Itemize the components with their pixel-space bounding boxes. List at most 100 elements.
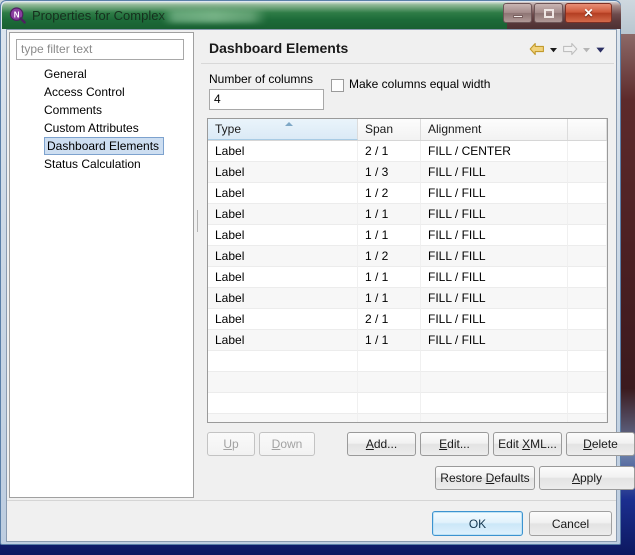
dialog-content: type filter text General Access Control …	[7, 30, 635, 541]
table-cell-empty	[421, 351, 568, 372]
number-of-columns-input[interactable]: 4	[209, 89, 324, 110]
table-row-empty[interactable]	[208, 414, 607, 422]
sidebar-item-dashboard-elements[interactable]: Dashboard Elements	[44, 137, 165, 155]
column-header-extra[interactable]	[568, 119, 607, 140]
make-columns-equal-width-checkbox[interactable]	[331, 79, 344, 92]
table-row-empty[interactable]	[208, 351, 607, 372]
table-cell: FILL / FILL	[421, 309, 568, 330]
sidebar-item-access-control[interactable]: Access Control	[10, 83, 193, 101]
sidebar-item-general[interactable]: General	[10, 65, 193, 83]
sidebar-item-status-calculation[interactable]: Status Calculation	[10, 155, 193, 173]
table-cell-empty	[208, 414, 358, 422]
table-cell	[568, 309, 607, 330]
close-icon: ✕	[583, 6, 594, 20]
table-cell-empty	[568, 393, 607, 414]
back-arrow-icon[interactable]	[529, 42, 545, 56]
navigation-history-group	[529, 40, 606, 58]
table-cell-empty	[421, 372, 568, 393]
table-cell: Label	[208, 267, 358, 288]
table-cell	[568, 246, 607, 267]
pane-splitter[interactable]	[195, 32, 200, 498]
sidebar-item-custom-attributes[interactable]: Custom Attributes	[10, 119, 193, 137]
table-row[interactable]: Label 1 / 1 FILL / FILL	[208, 330, 607, 351]
move-up-button[interactable]: Up	[207, 432, 255, 456]
table-cell	[568, 225, 607, 246]
apply-button[interactable]: Apply	[539, 466, 635, 490]
table-cell: 1 / 1	[358, 267, 421, 288]
table-cell: Label	[208, 162, 358, 183]
page-title-divider	[201, 63, 614, 64]
dashboard-elements-table: Type Span Alignment Label 2 / 1 FILL / CEN…	[207, 118, 608, 423]
table-row[interactable]: Label 2 / 1 FILL / CENTER	[208, 141, 607, 162]
table-cell-empty	[208, 372, 358, 393]
sidebar-item-comments[interactable]: Comments	[10, 101, 193, 119]
column-header-type[interactable]: Type	[208, 119, 358, 140]
table-cell-empty	[568, 414, 607, 422]
table-header-row: Type Span Alignment	[208, 119, 607, 141]
table-row-empty[interactable]	[208, 393, 607, 414]
ok-button[interactable]: OK	[432, 511, 523, 536]
table-row-empty[interactable]	[208, 372, 607, 393]
move-down-button[interactable]: Down	[259, 432, 315, 456]
page-title: Dashboard Elements	[209, 40, 349, 56]
table-cell-empty	[358, 351, 421, 372]
table-row[interactable]: Label 1 / 1 FILL / FILL	[208, 288, 607, 309]
table-cell: 2 / 1	[358, 141, 421, 162]
forward-history-chevron-down-icon	[583, 47, 590, 52]
table-cell: FILL / FILL	[421, 330, 568, 351]
add-button[interactable]: Add...	[347, 432, 416, 456]
edit-xml-button[interactable]: Edit X ML...	[493, 432, 562, 456]
table-row[interactable]: Label 1 / 2 FILL / FILL	[208, 246, 607, 267]
pane-splitter-grip	[197, 210, 198, 232]
table-cell: 1 / 1	[358, 330, 421, 351]
maximize-button[interactable]	[534, 3, 563, 23]
move-up-label-mnemonic: U	[223, 437, 232, 451]
minimize-button[interactable]	[503, 3, 532, 23]
more-options-chevron-down-icon[interactable]	[595, 44, 606, 55]
filter-input[interactable]: type filter text	[16, 39, 184, 60]
table-cell-empty	[568, 372, 607, 393]
column-header-alignment[interactable]: Alignment	[421, 119, 568, 140]
move-down-label: own	[280, 437, 303, 451]
table-cell	[568, 288, 607, 309]
dialog-footer-divider	[7, 500, 616, 501]
table-cell: 1 / 2	[358, 246, 421, 267]
table-cell	[568, 141, 607, 162]
table-cell-empty	[358, 393, 421, 414]
table-cell: Label	[208, 246, 358, 267]
table-row[interactable]: Label 1 / 1 FILL / FILL	[208, 225, 607, 246]
magnifier-n-icon: N	[9, 7, 26, 24]
table-cell: Label	[208, 309, 358, 330]
table-cell: Label	[208, 330, 358, 351]
delete-button[interactable]: Delete	[566, 432, 635, 456]
table-row[interactable]: Label 2 / 1 FILL / FILL	[208, 309, 607, 330]
table-cell	[568, 162, 607, 183]
dashboard-elements-page: Dashboard Elements Number of columns 4 M…	[201, 32, 635, 498]
table-row[interactable]: Label 1 / 1 FILL / FILL	[208, 204, 607, 225]
restore-defaults-button[interactable]: Restore Defaults	[435, 466, 535, 490]
table-cell	[568, 330, 607, 351]
sort-ascending-icon	[285, 122, 294, 126]
maximize-icon	[535, 4, 562, 22]
edit-button[interactable]: Edit...	[420, 432, 489, 456]
table-cell: Label	[208, 204, 358, 225]
table-cell: FILL / FILL	[421, 162, 568, 183]
move-down-label-mnemonic: D	[271, 437, 281, 451]
table-row[interactable]: Label 1 / 1 FILL / FILL	[208, 267, 607, 288]
cancel-button[interactable]: Cancel	[529, 511, 612, 536]
settings-tree-pane: type filter text General Access Control …	[9, 32, 194, 498]
column-header-span[interactable]: Span	[358, 119, 421, 140]
table-cell	[568, 183, 607, 204]
window-title: Properties for Complex	[32, 8, 165, 23]
table-row[interactable]: Label 1 / 3 FILL / FILL	[208, 162, 607, 183]
table-cell: Label	[208, 183, 358, 204]
properties-dialog-window: N Properties for Complex ✕ type filter t…	[0, 0, 635, 545]
settings-tree: General Access Control Comments Custom A…	[10, 65, 193, 173]
table-cell-empty	[208, 351, 358, 372]
back-history-chevron-down-icon[interactable]	[548, 44, 559, 55]
close-button[interactable]: ✕	[565, 3, 612, 23]
title-bar[interactable]: N Properties for Complex ✕	[2, 2, 621, 29]
table-row[interactable]: Label 1 / 2 FILL / FILL	[208, 183, 607, 204]
table-cell: Label	[208, 225, 358, 246]
table-cell: 1 / 1	[358, 288, 421, 309]
